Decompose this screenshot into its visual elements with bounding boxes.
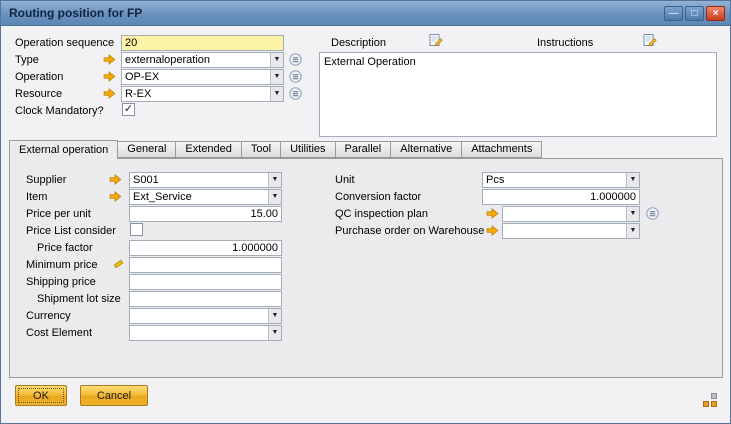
edit-instructions-icon[interactable] (643, 33, 657, 47)
qc-inspection-plan-label: QC inspection plan (335, 208, 428, 220)
link-arrow-icon[interactable] (103, 70, 116, 83)
link-arrow-icon[interactable] (486, 224, 499, 237)
minimum-price-label: Minimum price (26, 259, 98, 271)
instructions-label: Instructions (537, 37, 593, 49)
price-list-consider-label: Price List consider (26, 225, 116, 237)
price-per-unit-input[interactable] (129, 206, 282, 222)
supplier-value: S001 (133, 173, 159, 187)
resource-select[interactable]: R-EX ▼ (121, 86, 284, 102)
currency-select[interactable]: ▼ (129, 308, 282, 324)
chevron-down-icon[interactable]: ▼ (270, 53, 283, 67)
tab-extended[interactable]: Extended (175, 141, 241, 158)
title-bar[interactable]: Routing position for FP — □ × (1, 1, 730, 26)
tab-tool[interactable]: Tool (241, 141, 281, 158)
ok-button[interactable]: OK (15, 385, 67, 406)
link-arrow-icon[interactable] (103, 87, 116, 100)
link-arrow-icon[interactable] (109, 190, 122, 203)
close-button[interactable]: × (706, 6, 725, 21)
resize-grip-square (711, 393, 717, 399)
tab-attachments[interactable]: Attachments (461, 141, 542, 158)
link-arrow-icon[interactable] (109, 173, 122, 186)
unit-label: Unit (335, 174, 355, 186)
shipment-lot-size-label: Shipment lot size (37, 293, 121, 305)
chevron-down-icon[interactable]: ▼ (270, 70, 283, 84)
minimize-button[interactable]: — (664, 6, 683, 21)
cost-element-label: Cost Element (26, 327, 92, 339)
conversion-factor-label: Conversion factor (335, 191, 421, 203)
operation-label: Operation (15, 71, 63, 83)
currency-label: Currency (26, 310, 71, 322)
description-label: Description (331, 37, 386, 49)
purchase-order-on-warehouse-label: Purchase order on Warehouse (335, 225, 484, 237)
item-value: Ext_Service (133, 190, 192, 204)
cost-element-select[interactable]: ▼ (129, 325, 282, 341)
minimum-price-input[interactable] (129, 257, 282, 273)
chevron-down-icon[interactable]: ▼ (626, 224, 639, 238)
clock-mandatory-checkbox[interactable]: ✓ (122, 103, 135, 116)
conversion-factor-input[interactable] (482, 189, 640, 205)
pencil-icon (114, 260, 124, 268)
resource-value: R-EX (125, 87, 151, 101)
tab-parallel[interactable]: Parallel (335, 141, 392, 158)
context-menu-icon[interactable] (289, 70, 302, 83)
resize-grip-square (711, 401, 717, 407)
shipment-lot-size-input[interactable] (129, 291, 282, 307)
item-select[interactable]: Ext_Service ▼ (129, 189, 282, 205)
type-select[interactable]: externaloperation ▼ (121, 52, 284, 68)
cancel-button[interactable]: Cancel (80, 385, 148, 406)
operation-value: OP-EX (125, 70, 159, 84)
routing-position-window: Routing position for FP — □ × Operation … (0, 0, 731, 424)
operation-select[interactable]: OP-EX ▼ (121, 69, 284, 85)
chevron-down-icon[interactable]: ▼ (626, 207, 639, 221)
tab-general[interactable]: General (117, 141, 176, 158)
price-list-consider-checkbox[interactable] (130, 223, 143, 236)
price-factor-label: Price factor (37, 242, 93, 254)
chevron-down-icon[interactable]: ▼ (270, 87, 283, 101)
window-controls: — □ × (664, 6, 725, 21)
context-menu-icon[interactable] (289, 53, 302, 66)
external-operation-panel: Supplier S001 ▼ Item Ext_Service ▼ Price… (9, 158, 723, 378)
resize-grip[interactable] (703, 393, 717, 407)
tab-external-operation[interactable]: External operation (9, 140, 118, 159)
purchase-order-on-warehouse-select[interactable]: ▼ (502, 223, 640, 239)
clock-mandatory-label: Clock Mandatory? (15, 105, 104, 117)
type-value: externaloperation (125, 53, 210, 67)
tab-utilities[interactable]: Utilities (280, 141, 335, 158)
chevron-down-icon[interactable]: ▼ (268, 173, 281, 187)
edit-description-icon[interactable] (429, 33, 443, 47)
unit-select[interactable]: Pcs ▼ (482, 172, 640, 188)
chevron-down-icon[interactable]: ▼ (268, 309, 281, 323)
shipping-price-input[interactable] (129, 274, 282, 290)
operation-sequence-label: Operation sequence (15, 37, 114, 49)
chevron-down-icon[interactable]: ▼ (626, 173, 639, 187)
link-arrow-icon[interactable] (103, 53, 116, 66)
price-per-unit-label: Price per unit (26, 208, 91, 220)
shipping-price-label: Shipping price (26, 276, 96, 288)
resize-grip-square (703, 401, 709, 407)
item-label: Item (26, 191, 47, 203)
price-factor-input[interactable] (129, 240, 282, 256)
operation-sequence-input[interactable] (121, 35, 284, 51)
tab-alternative[interactable]: Alternative (390, 141, 462, 158)
unit-value: Pcs (486, 173, 504, 187)
description-textarea[interactable]: External Operation (319, 52, 717, 137)
resource-label: Resource (15, 88, 62, 100)
context-menu-icon[interactable] (289, 87, 302, 100)
qc-inspection-plan-select[interactable]: ▼ (502, 206, 640, 222)
supplier-select[interactable]: S001 ▼ (129, 172, 282, 188)
maximize-button[interactable]: □ (685, 6, 704, 21)
link-arrow-icon[interactable] (486, 207, 499, 220)
supplier-label: Supplier (26, 174, 66, 186)
window-title: Routing position for FP (9, 6, 142, 20)
tab-strip: External operation General Extended Tool… (9, 140, 541, 159)
chevron-down-icon[interactable]: ▼ (268, 190, 281, 204)
type-label: Type (15, 54, 39, 66)
context-menu-icon[interactable] (646, 207, 659, 220)
chevron-down-icon[interactable]: ▼ (268, 326, 281, 340)
